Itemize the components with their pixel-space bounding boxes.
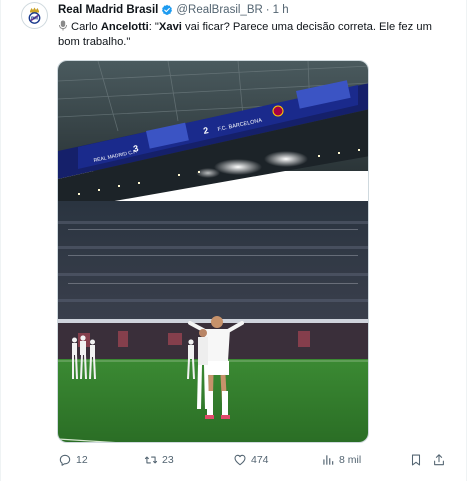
views-icon [323,455,334,465]
tweet-text-part: : " [148,21,159,33]
crest-icon: RM [28,7,41,24]
like-count: 474 [251,454,269,466]
reply-icon [59,454,71,466]
tweet-text: Carlo Ancelotti: "Xavi vai ficar? Parece… [58,20,453,50]
action-bar: 12 23 474 8 mil [58,452,453,470]
tweet-text-part: Carlo [71,21,101,33]
retweet-button[interactable]: 23 [144,452,174,468]
separator-dot: · [265,4,270,16]
svg-text:RM: RM [31,16,38,21]
bookmark-icon [411,454,421,466]
post-time[interactable]: 1 h [273,4,289,16]
tweet-header: Real Madrid Brasil @RealBrasil_BR · 1 h [58,4,289,16]
retweet-icon [144,456,158,464]
microphone-icon [59,20,67,31]
avatar[interactable]: RM [21,2,48,29]
retweet-count: 23 [162,454,174,466]
reply-count: 12 [76,454,88,466]
tweet-card[interactable]: RM Real Madrid Brasil @RealBrasil_BR · 1… [0,0,467,481]
share-button[interactable] [432,452,446,468]
like-button[interactable]: 474 [233,452,269,468]
stadium-photo: REAL MADRID C.F. 3 2 F.C. BARCELONA [58,61,368,442]
verified-icon [162,4,173,15]
tweet-bold-xavi: Xavi [158,21,182,33]
tweet-photo[interactable]: REAL MADRID C.F. 3 2 F.C. BARCELONA [57,60,369,443]
views-count: 8 mil [339,454,362,466]
views-button[interactable]: 8 mil [321,452,361,468]
author-handle[interactable]: @RealBrasil_BR [176,4,262,16]
reply-button[interactable]: 12 [58,452,88,468]
heart-icon [234,454,246,466]
bookmark-button[interactable] [409,452,423,468]
author-name[interactable]: Real Madrid Brasil [58,4,158,16]
tweet-bold-ancelotti: Ancelotti [100,21,149,33]
share-icon [434,454,444,466]
